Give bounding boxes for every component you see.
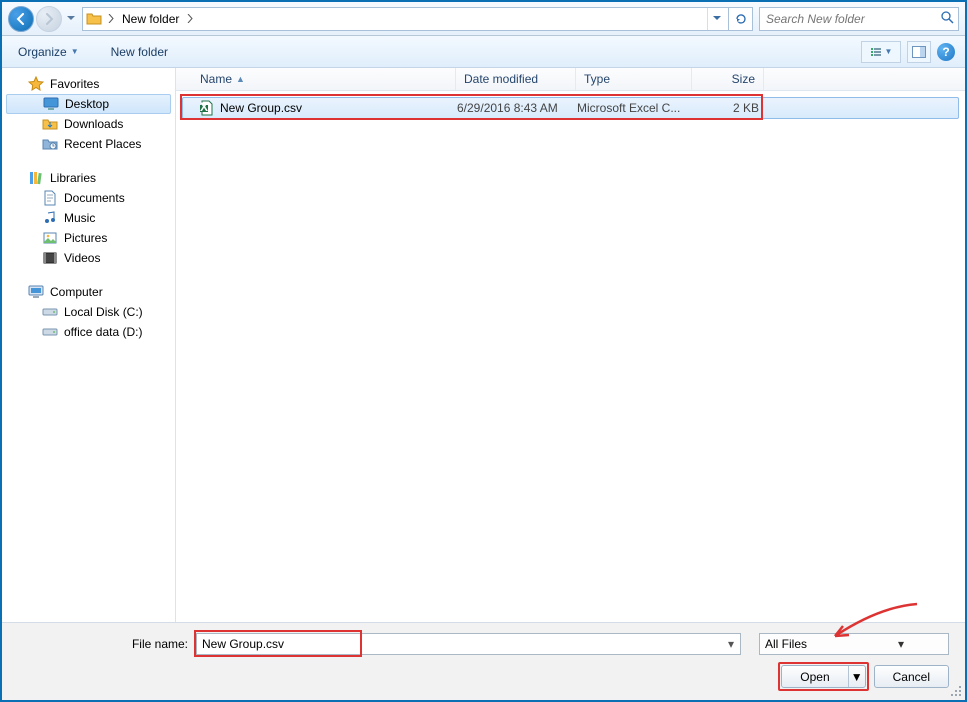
sidebar-label: Computer	[50, 285, 103, 299]
sidebar-item-office-data-d[interactable]: office data (D:)	[2, 322, 175, 342]
sidebar-label: Downloads	[64, 117, 123, 131]
sidebar-item-documents[interactable]: Documents	[2, 188, 175, 208]
sidebar-label: Libraries	[50, 171, 96, 185]
open-button-dropdown[interactable]: ▼	[849, 670, 865, 684]
chevron-down-icon: ▾	[854, 637, 948, 651]
column-label: Name	[200, 72, 232, 86]
filter-label: All Files	[760, 637, 854, 651]
open-file-dialog: New folder Organize ▼ New fol	[0, 0, 967, 702]
pictures-icon	[42, 230, 58, 246]
folder-icon	[86, 11, 102, 27]
file-list-pane: Name ▲ Date modified Type Size X New Gro…	[176, 68, 965, 622]
file-type: Microsoft Excel C...	[577, 101, 680, 115]
sidebar-group-favorites[interactable]: Favorites	[2, 74, 175, 94]
file-name-input[interactable]	[197, 637, 722, 651]
organize-label: Organize	[18, 45, 67, 59]
breadcrumb-chevron-icon[interactable]	[183, 8, 197, 30]
file-modified: 6/29/2016 8:43 AM	[457, 101, 558, 115]
column-date-modified[interactable]: Date modified	[456, 68, 576, 90]
column-label: Type	[584, 72, 610, 86]
help-button[interactable]: ?	[937, 43, 955, 61]
column-size[interactable]: Size	[692, 68, 764, 90]
sidebar-label: Desktop	[65, 97, 109, 111]
preview-pane-button[interactable]	[907, 41, 931, 63]
sidebar-group-computer[interactable]: Computer	[2, 282, 175, 302]
music-icon	[42, 210, 58, 226]
sidebar-label: Local Disk (C:)	[64, 305, 143, 319]
file-name-combobox[interactable]: ▾	[196, 633, 741, 655]
sidebar-item-local-disk-c[interactable]: Local Disk (C:)	[2, 302, 175, 322]
drive-icon	[42, 324, 58, 340]
libraries-icon	[28, 170, 44, 186]
excel-file-icon: X	[199, 100, 215, 116]
column-label: Date modified	[464, 72, 538, 86]
navigation-sidebar: Favorites Desktop Downloads Recent Place…	[2, 68, 176, 622]
new-folder-button[interactable]: New folder	[105, 41, 174, 63]
sort-ascending-icon: ▲	[236, 74, 245, 84]
open-button-label: Open	[782, 666, 848, 687]
new-folder-label: New folder	[111, 45, 168, 59]
toolbar: Organize ▼ New folder ▼ ?	[2, 36, 965, 68]
sidebar-label: Documents	[64, 191, 125, 205]
sidebar-label: Pictures	[64, 231, 107, 245]
videos-icon	[42, 250, 58, 266]
view-options-button[interactable]: ▼	[861, 41, 901, 63]
sidebar-item-recent-places[interactable]: Recent Places	[2, 134, 175, 154]
back-button[interactable]	[8, 6, 34, 32]
refresh-button[interactable]	[729, 7, 753, 31]
breadcrumb-dropdown[interactable]	[707, 8, 725, 30]
file-name-label: File name:	[18, 637, 188, 651]
search-box[interactable]	[759, 7, 959, 31]
sidebar-item-pictures[interactable]: Pictures	[2, 228, 175, 248]
sidebar-label: Videos	[64, 251, 100, 265]
column-type[interactable]: Type	[576, 68, 692, 90]
main-area: Favorites Desktop Downloads Recent Place…	[2, 68, 965, 622]
sidebar-label: Recent Places	[64, 137, 141, 151]
computer-icon	[28, 284, 44, 300]
sidebar-item-music[interactable]: Music	[2, 208, 175, 228]
downloads-icon	[42, 116, 58, 132]
drive-icon	[42, 304, 58, 320]
sidebar-label: Music	[64, 211, 95, 225]
file-size: 2 KB	[733, 101, 759, 115]
chevron-down-icon[interactable]: ▾	[722, 637, 740, 651]
recent-locations-dropdown[interactable]	[64, 6, 78, 32]
preview-pane-icon	[912, 46, 926, 58]
column-name[interactable]: Name ▲	[192, 68, 456, 90]
column-headers: Name ▲ Date modified Type Size	[176, 68, 965, 91]
breadcrumb-item[interactable]: New folder	[118, 8, 183, 30]
sidebar-item-desktop[interactable]: Desktop	[6, 94, 171, 114]
navigation-bar: New folder	[2, 2, 965, 36]
file-type-filter[interactable]: All Files ▾	[759, 633, 949, 655]
sidebar-group-libraries[interactable]: Libraries	[2, 168, 175, 188]
sidebar-item-videos[interactable]: Videos	[2, 248, 175, 268]
file-row[interactable]: X New Group.csv 6/29/2016 8:43 AM Micros…	[182, 97, 959, 119]
breadcrumb-chevron-icon[interactable]	[104, 8, 118, 30]
cancel-button[interactable]: Cancel	[874, 665, 949, 688]
list-view-icon	[870, 46, 882, 58]
search-input[interactable]	[764, 11, 940, 27]
star-icon	[28, 76, 44, 92]
sidebar-label: Favorites	[50, 77, 99, 91]
search-icon[interactable]	[940, 10, 954, 27]
organize-menu[interactable]: Organize ▼	[12, 41, 85, 63]
file-name: New Group.csv	[220, 101, 302, 115]
cancel-button-label: Cancel	[893, 670, 930, 684]
sidebar-label: office data (D:)	[64, 325, 142, 339]
forward-button[interactable]	[36, 6, 62, 32]
chevron-down-icon: ▼	[71, 47, 79, 56]
chevron-down-icon: ▼	[885, 47, 893, 56]
help-icon: ?	[942, 45, 949, 59]
resize-grip[interactable]	[949, 684, 961, 696]
sidebar-item-downloads[interactable]: Downloads	[2, 114, 175, 134]
open-button[interactable]: Open ▼	[781, 665, 865, 688]
file-rows: X New Group.csv 6/29/2016 8:43 AM Micros…	[176, 91, 965, 622]
footer: File name: ▾ All Files ▾ Open ▼ Cancel	[2, 622, 965, 700]
breadcrumb-bar[interactable]: New folder	[82, 7, 729, 31]
documents-icon	[42, 190, 58, 206]
recent-places-icon	[42, 136, 58, 152]
column-label: Size	[732, 72, 755, 86]
svg-text:X: X	[200, 100, 208, 114]
desktop-icon	[43, 96, 59, 112]
